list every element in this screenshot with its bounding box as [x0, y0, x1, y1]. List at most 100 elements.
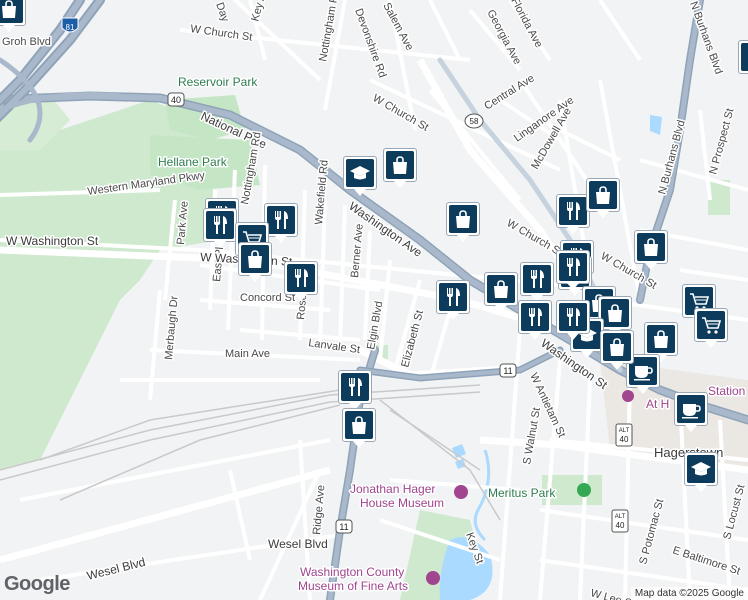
marker-pointer: [695, 485, 707, 492]
shopping-cart-icon: [700, 314, 722, 336]
map-marker-shopping-bag[interactable]: [586, 178, 620, 218]
marker-badge: [589, 181, 617, 209]
label-devonshire-rd: Devonshire Rd: [352, 7, 388, 79]
map-marker-restaurant[interactable]: [203, 208, 237, 248]
map-marker-restaurant[interactable]: [338, 370, 372, 410]
map-marker-shopping-cart[interactable]: [694, 308, 728, 348]
marker-badge: [386, 151, 414, 179]
map-marker-shopping-bag[interactable]: [0, 0, 26, 32]
map-marker-school[interactable]: [684, 452, 718, 492]
map-marker-restaurant[interactable]: [520, 262, 554, 302]
coffee-cup-icon: [632, 360, 654, 382]
alt40-shield-b-alt: ALT: [615, 514, 626, 520]
label-museum-2: Museum of Fine Arts: [298, 579, 408, 593]
marker-badge: [439, 283, 467, 311]
map-marker-restaurant[interactable]: [518, 300, 552, 340]
map-marker-coffee-cup[interactable]: [674, 392, 708, 432]
marker-pointer: [685, 425, 697, 432]
marker-pointer: [354, 189, 366, 196]
marker-frame: [436, 280, 470, 314]
museum-icon-fine-arts: [426, 571, 440, 585]
marker-badge: [241, 245, 269, 273]
marker-frame: [338, 370, 372, 404]
marker-badge: [687, 455, 715, 483]
marker-frame: [264, 203, 298, 237]
marker-frame: [520, 262, 554, 296]
marker-pointer: [447, 313, 459, 320]
map-marker-restaurant[interactable]: [556, 250, 590, 290]
map-marker-shopping-bag[interactable]: [342, 408, 376, 448]
map-marker-school[interactable]: [343, 156, 377, 196]
us11-shield-a: 11: [499, 363, 517, 378]
shopping-bag-icon: [606, 336, 628, 358]
label-s-walnut-st: S Walnut St: [521, 407, 543, 466]
map-attribution[interactable]: Map data ©2025 Google: [630, 587, 748, 600]
map-marker-restaurant[interactable]: [264, 203, 298, 243]
shopping-bag-icon: [452, 208, 474, 230]
map-marker-shopping-bag[interactable]: [238, 242, 272, 282]
map-marker-shopping-bag[interactable]: [600, 330, 634, 370]
map-marker-shopping-bag[interactable]: [383, 148, 417, 188]
marker-badge: [449, 205, 477, 233]
marker-pointer: [645, 263, 657, 270]
marker-pointer: [637, 387, 649, 394]
park-icon-meritus: [577, 483, 591, 497]
label-berner-ave: Berner Ave: [349, 223, 366, 278]
shopping-bag-icon: [744, 46, 748, 68]
md58-shield-label: 58: [470, 117, 479, 126]
marker-frame: [600, 330, 634, 364]
shopping-bag-icon: [650, 328, 672, 350]
lake-water: [439, 537, 493, 600]
marker-badge: [603, 333, 631, 361]
map-marker-restaurant[interactable]: [436, 280, 470, 320]
label-w-church-st-2: W Church St: [371, 92, 431, 134]
map-marker-shopping-bag[interactable]: [484, 272, 518, 312]
marker-badge: [206, 211, 234, 239]
marker-badge: [647, 325, 675, 353]
label-station-1: Station: [708, 384, 745, 398]
map-marker-shopping-bag[interactable]: [634, 230, 668, 270]
label-station-2: At H: [646, 397, 669, 411]
label-wakefield-rd: Wakefield Rd: [313, 159, 331, 225]
marker-pointer: [567, 333, 579, 340]
marker-pointer: [569, 289, 581, 296]
marker-badge: [341, 373, 369, 401]
label-s-potomac-st: S Potomac St: [637, 498, 666, 566]
marker-pointer: [597, 211, 609, 218]
restaurant-icon: [209, 214, 231, 236]
map-marker-shopping-bag[interactable]: [738, 40, 748, 80]
marker-frame: [694, 308, 728, 342]
restaurant-icon: [442, 286, 464, 308]
map-marker-restaurant[interactable]: [556, 194, 590, 234]
shopping-bag-icon: [244, 248, 266, 270]
restaurant-icon: [290, 267, 312, 289]
marker-frame: [343, 156, 377, 190]
marker-pointer: [295, 294, 307, 301]
marker-badge: [523, 265, 551, 293]
shopping-bag-icon: [592, 184, 614, 206]
map-canvas[interactable]: 81 40 58 11 11 ALT 40 ALT 40 Groh Blvd W…: [0, 0, 748, 600]
marker-frame: [342, 408, 376, 442]
marker-pointer: [611, 363, 623, 370]
label-main-ave: Main Ave: [225, 348, 270, 360]
label-wesel-blvd-1: Wesel Blvd: [85, 555, 146, 583]
marker-pointer: [495, 305, 507, 312]
marker-frame: [238, 242, 272, 276]
label-day: Day: [213, 1, 231, 24]
marker-badge: [346, 159, 374, 187]
shopping-bag-icon: [389, 154, 411, 176]
marker-pointer: [275, 236, 287, 243]
marker-frame: [586, 178, 620, 212]
marker-badge: [559, 303, 587, 331]
marker-badge: [697, 311, 725, 339]
label-e-baltimore-st: E Baltimore St: [671, 544, 742, 577]
marker-badge: [741, 43, 748, 71]
marker-pointer: [353, 441, 365, 448]
map-marker-restaurant[interactable]: [556, 300, 590, 340]
map-marker-restaurant[interactable]: [284, 261, 318, 301]
marker-pointer: [581, 351, 593, 358]
label-w-washington-st-1: W Washington St: [6, 234, 99, 248]
us40-shield-a: 40: [167, 92, 185, 107]
map-marker-shopping-bag[interactable]: [446, 202, 480, 242]
marker-frame: [556, 194, 590, 228]
